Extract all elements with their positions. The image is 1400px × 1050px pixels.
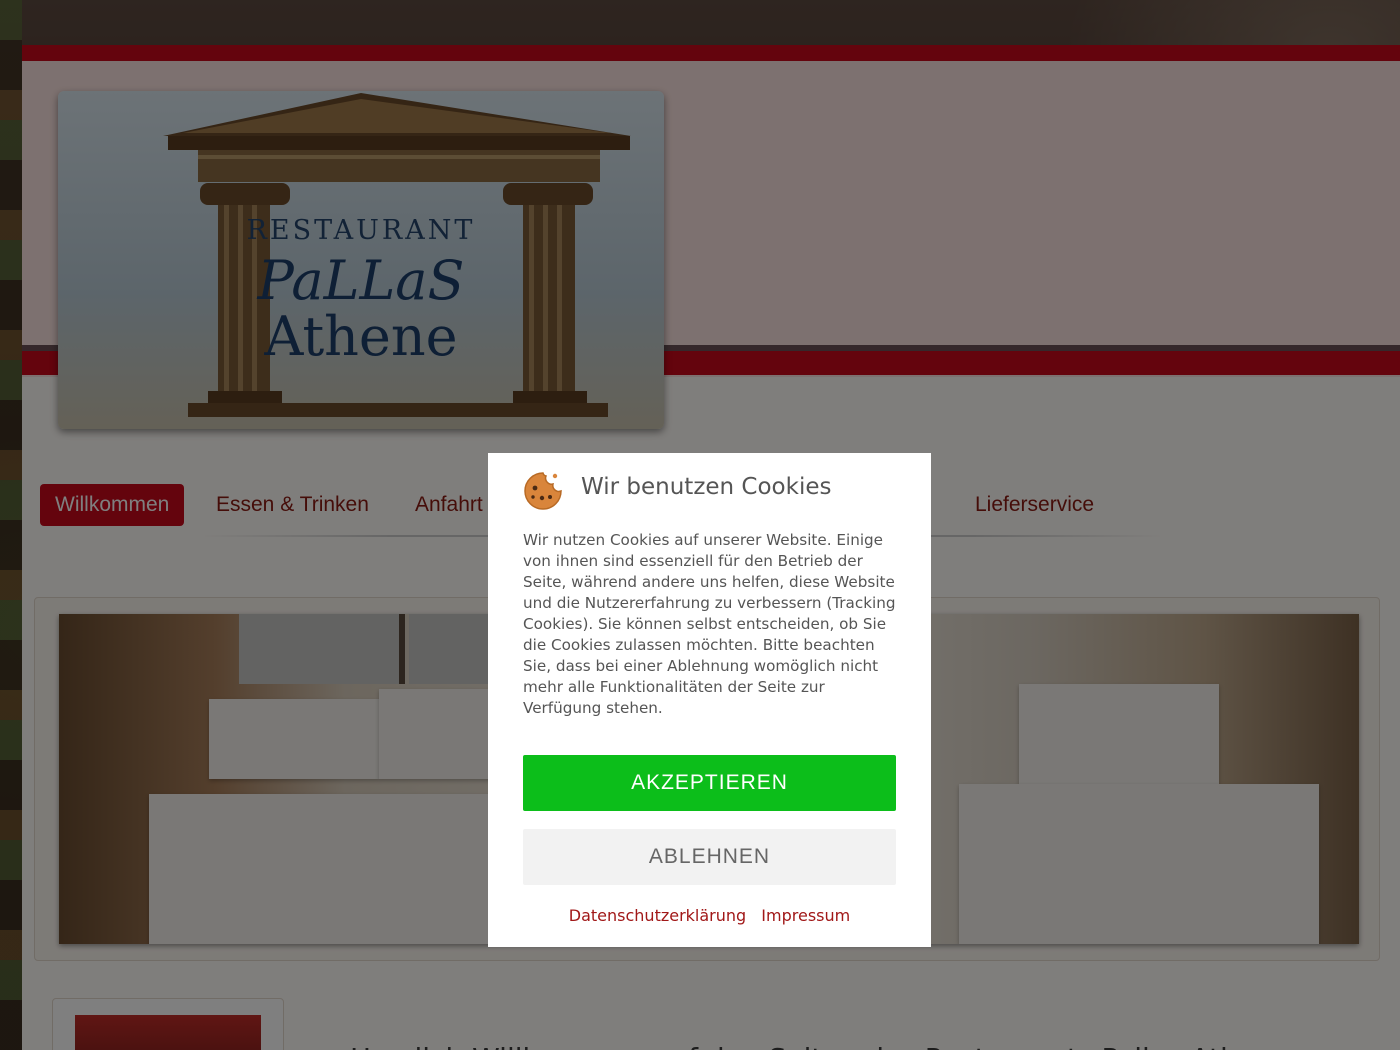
cookie-dialog-title: Wir benutzen Cookies — [581, 474, 832, 500]
cookie-dialog-text: Wir nutzen Cookies auf unserer Website. … — [523, 531, 896, 717]
decline-cookies-button[interactable]: ABLEHNEN — [523, 829, 896, 885]
cookie-dialog-links: Datenschutzerklärung Impressum — [488, 906, 931, 925]
imprint-link[interactable]: Impressum — [761, 906, 850, 925]
privacy-policy-link[interactable]: Datenschutzerklärung — [569, 906, 746, 925]
cookie-dialog: Wir benutzen Cookies Wir nutzen Cookies … — [488, 453, 931, 947]
cookie-icon — [524, 472, 562, 510]
accept-cookies-button[interactable]: AKZEPTIEREN — [523, 755, 896, 811]
